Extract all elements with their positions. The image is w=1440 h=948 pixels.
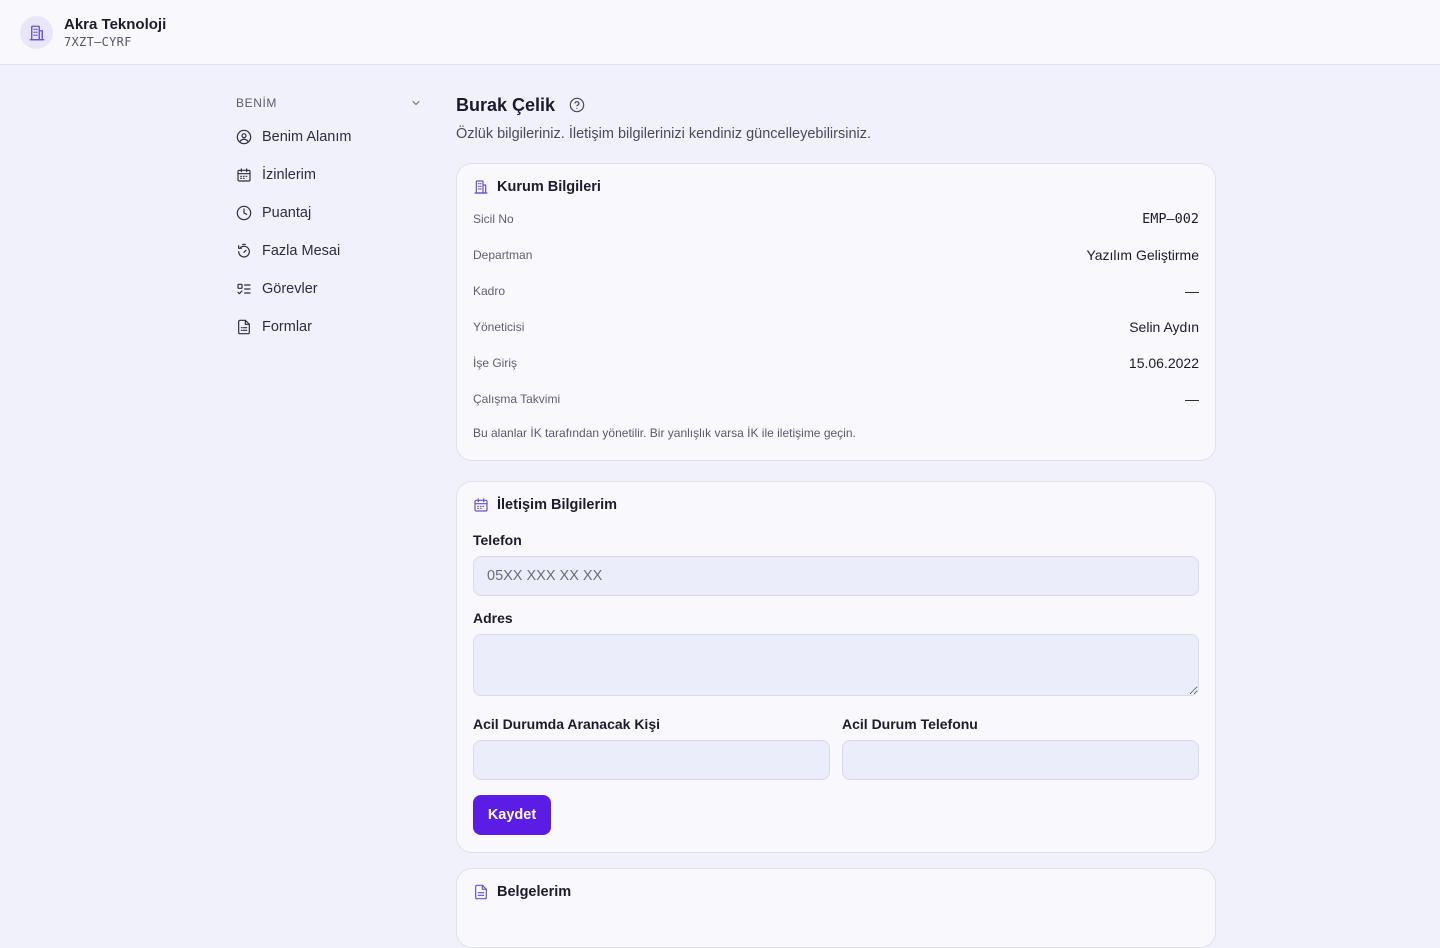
sidebar-item-izinlerim[interactable]: İzinlerim [236, 156, 422, 194]
sidebar-item-benim-alanim[interactable]: Benim Alanım [236, 118, 422, 156]
building-icon [473, 179, 489, 195]
calendar-icon [473, 497, 489, 513]
card-title: Belgelerim [497, 884, 572, 900]
address-label: Adres [473, 610, 513, 626]
help-circle-icon[interactable] [569, 97, 585, 113]
info-value: 15.06.2022 [1128, 355, 1199, 371]
page-title: Burak Çelik [456, 94, 556, 115]
building-icon[interactable] [20, 16, 53, 49]
main-content: Burak Çelik Özlük bilgileriniz. İletişim… [456, 88, 1216, 948]
org-code: 7XZT–CYRF [64, 35, 132, 49]
sidebar-section-header[interactable]: BENİM [236, 88, 422, 118]
info-label: Sicil No [473, 212, 514, 226]
phone-label: Telefon [473, 532, 522, 548]
card-title: İletişim Bilgilerim [497, 497, 618, 513]
sidebar-item-gorevler[interactable]: Görevler [236, 270, 422, 308]
sidebar-item-formlar[interactable]: Formlar [236, 308, 422, 346]
phone-input[interactable] [473, 556, 1199, 596]
address-textarea[interactable] [473, 634, 1199, 696]
sidebar-item-label: Benim Alanım [262, 129, 352, 145]
sidebar-item-puantaj[interactable]: Puantaj [236, 194, 422, 232]
task-list-icon [236, 281, 252, 297]
documents-card: Belgelerim [456, 868, 1216, 948]
save-button[interactable]: Kaydet [473, 795, 551, 835]
info-value: EMP–002 [1142, 211, 1199, 227]
info-value: Yazılım Geliştirme [1086, 247, 1199, 263]
emergency-phone-input[interactable] [842, 740, 1199, 780]
info-row-yoneticisi: Yöneticisi Selin Aydın [457, 309, 1215, 345]
org-name: Akra Teknoloji [64, 16, 167, 33]
info-label: Yöneticisi [473, 320, 525, 334]
sidebar-item-label: Görevler [262, 281, 318, 297]
document-icon [473, 884, 489, 900]
info-value: — [1185, 283, 1199, 299]
sidebar-item-label: Puantaj [262, 205, 312, 221]
info-label: Kadro [473, 284, 506, 298]
info-value: — [1185, 391, 1199, 407]
timer-icon [236, 243, 252, 259]
sidebar-item-label: Formlar [262, 319, 312, 335]
info-row-ise-giris: İşe Giriş 15.06.2022 [457, 345, 1215, 381]
emergency-person-input[interactable] [473, 740, 830, 780]
info-row-kadro: Kadro — [457, 273, 1215, 309]
info-value: Selin Aydın [1129, 319, 1199, 335]
info-label: Çalışma Takvimi [473, 392, 561, 406]
sidebar-section-label: BENİM [236, 96, 278, 110]
sidebar-item-label: Fazla Mesai [262, 243, 341, 259]
info-row-departman: Departman Yazılım Geliştirme [457, 237, 1215, 273]
emergency-phone-label: Acil Durum Telefonu [842, 716, 978, 732]
sidebar: BENİM Benim Alanım İzinlerim Puantaj Faz… [236, 88, 422, 346]
chevron-down-icon [410, 97, 422, 109]
info-row-calisma-takvimi: Çalışma Takvimi — [457, 381, 1215, 417]
contact-card: İletişim Bilgilerim Telefon Adres Acil D… [456, 481, 1216, 853]
top-bar: Akra Teknoloji 7XZT–CYRF [0, 0, 1440, 65]
user-circle-icon [236, 129, 252, 145]
sidebar-item-fazla-mesai[interactable]: Fazla Mesai [236, 232, 422, 270]
page-subtitle: Özlük bilgileriniz. İletişim bilgilerini… [456, 126, 872, 142]
emergency-person-label: Acil Durumda Aranacak Kişi [473, 716, 660, 732]
sidebar-item-label: İzinlerim [262, 167, 316, 183]
card-title: Kurum Bilgileri [497, 179, 601, 195]
document-icon [236, 319, 252, 335]
clock-icon [236, 205, 252, 221]
hr-managed-note: Bu alanlar İK tarafından yönetilir. Bir … [473, 426, 856, 440]
info-label: İşe Giriş [473, 356, 518, 370]
org-info-card: Kurum Bilgileri Sicil No EMP–002 Departm… [456, 163, 1216, 461]
info-row-sicil-no: Sicil No EMP–002 [457, 201, 1215, 237]
calendar-icon [236, 167, 252, 183]
info-label: Departman [473, 248, 533, 262]
